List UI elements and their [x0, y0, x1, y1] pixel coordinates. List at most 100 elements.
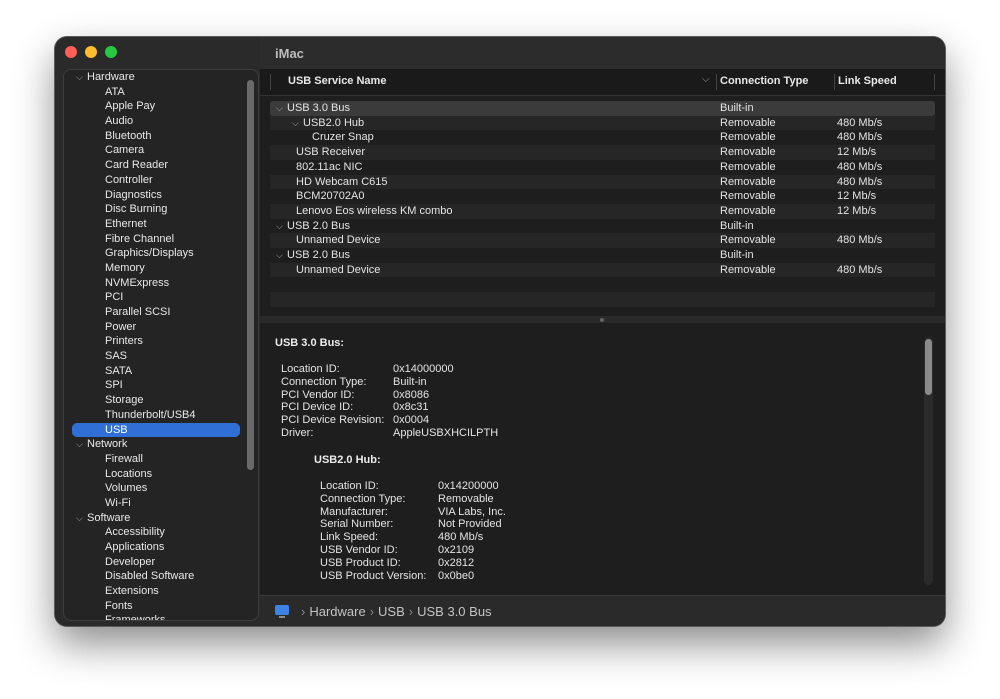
disclosure-chevron-icon[interactable]: ⌵ [76, 70, 87, 85]
sidebar-item-ethernet[interactable]: Ethernet [64, 217, 244, 232]
sidebar-item-pci[interactable]: PCI [64, 290, 244, 305]
table-row[interactable]: Lenovo Eos wireless KM combo Removable 12 … [270, 203, 935, 219]
sidebar-item-applications[interactable]: Applications [64, 540, 244, 555]
disclosure-chevron-icon[interactable]: ⌵ [292, 116, 299, 131]
table-row[interactable]: ⌵ USB 3.0 Bus Built-in [270, 101, 935, 116]
split-divider[interactable] [260, 316, 945, 323]
sidebar-group-network[interactable]: ⌵ Network [64, 437, 244, 452]
sidebar-item-card-reader[interactable]: Card Reader [64, 158, 244, 173]
property-label: PCI Device ID: [281, 401, 354, 414]
breadcrumb-item[interactable]: Hardware [309, 604, 365, 619]
sidebar-group-software[interactable]: ⌵ Software [64, 511, 244, 526]
sidebar-item-label: Frameworks [105, 614, 166, 621]
sidebar-item-label: Camera [105, 144, 145, 157]
sidebar-item-label: Software [87, 511, 131, 524]
bus-properties: Location ID: 0x14000000 Connection Type: Bu… [281, 363, 581, 443]
sidebar-item-audio[interactable]: Audio [64, 114, 244, 129]
breadcrumb: › Hardware › USB › USB 3.0 Bus [297, 604, 492, 619]
sidebar-item-parallel-scsi[interactable]: Parallel SCSI [64, 305, 244, 320]
sidebar-item-usb[interactable]: USB [72, 422, 240, 438]
connection-type-cell: Built-in [720, 219, 754, 232]
detail-scrollbar-thumb[interactable] [925, 339, 932, 395]
table-row[interactable]: Unnamed Device Removable 480 Mb/s [270, 262, 935, 278]
sidebar-item-printers[interactable]: Printers [64, 334, 244, 349]
sidebar-item-diagnostics[interactable]: Diagnostics [64, 188, 244, 203]
property-value: Removable [438, 492, 494, 505]
table-row[interactable]: HD Webcam C615 Removable 480 Mb/s [270, 174, 935, 190]
sidebar-item-label: Printers [105, 335, 143, 348]
system-information-window: ⌵ Hardware ATA Apple Pay Audio Bluetooth Camer… [55, 37, 945, 626]
table-row[interactable]: BCM20702A0 Removable 12 Mb/s [270, 189, 935, 204]
property-label: PCI Device Revision: [281, 414, 385, 427]
table-row[interactable]: Cruzer Snap Removable 480 Mb/s [270, 130, 935, 145]
sidebar-item-developer[interactable]: Developer [64, 555, 244, 570]
sidebar-item-memory[interactable]: Memory [64, 261, 244, 276]
sidebar-item-locations[interactable]: Locations [64, 467, 244, 482]
sidebar-item-frameworks[interactable]: Frameworks [64, 613, 244, 621]
table-row[interactable]: ⌵ USB 2.0 Bus Built-in [270, 219, 935, 234]
sidebar-item-camera[interactable]: Camera [64, 143, 244, 158]
minimize-window-button[interactable] [85, 46, 97, 58]
table-row[interactable]: ⌵ USB 2.0 Bus Built-in [270, 248, 935, 263]
sidebar-item-sata[interactable]: SATA [64, 364, 244, 379]
sidebar-item-bluetooth[interactable]: Bluetooth [64, 129, 244, 144]
column-header-connection-type[interactable]: Connection Type [720, 75, 808, 87]
breadcrumb-separator-icon: › [301, 604, 306, 619]
sidebar-item-extensions[interactable]: Extensions [64, 584, 244, 599]
property-value: 0x2109 [438, 544, 475, 556]
sidebar-item-label: Card Reader [105, 159, 168, 172]
breadcrumb-item[interactable]: USB [378, 604, 405, 619]
link-speed-cell: 12 Mb/s [837, 190, 877, 203]
sidebar-item-nvmexpress[interactable]: NVMExpress [64, 276, 244, 291]
sidebar-item-label: USB [105, 423, 128, 436]
sidebar-item-firewall[interactable]: Firewall [64, 452, 244, 467]
zoom-window-button[interactable] [105, 46, 117, 58]
sidebar-item-disc-burning[interactable]: Disc Burning [64, 202, 244, 217]
sidebar-item-label: Apple Pay [105, 100, 156, 113]
disclosure-chevron-icon[interactable]: ⌵ [76, 437, 87, 452]
sidebar-item-fibre-channel[interactable]: Fibre Channel [64, 232, 244, 247]
titlebar: iMac [260, 37, 945, 69]
sidebar-item-graphics-displays[interactable]: Graphics/Displays [64, 246, 244, 261]
sidebar-item-label: Wi-Fi [105, 496, 131, 509]
sidebar-item-disabled-software[interactable]: Disabled Software [64, 569, 244, 584]
sidebar-item-accessibility[interactable]: Accessibility [64, 525, 244, 540]
sidebar-item-volumes[interactable]: Volumes [64, 481, 244, 496]
sort-chevron-down-icon[interactable]: ⌵ [702, 74, 710, 85]
column-header-service-name[interactable]: USB Service Name [288, 75, 386, 87]
table-row[interactable]: Unnamed Device Removable 480 Mb/s [270, 233, 935, 248]
sidebar-item-apple-pay[interactable]: Apple Pay [64, 99, 244, 114]
sidebar-item-spi[interactable]: SPI [64, 378, 244, 393]
sidebar-item-ata[interactable]: ATA [64, 85, 244, 100]
property-value: 480 Mb/s [438, 531, 484, 544]
table-row[interactable]: 802.11ac NIC Removable 480 Mb/s [270, 160, 935, 175]
sidebar-scrollbar[interactable] [247, 80, 254, 470]
link-speed-cell: 480 Mb/s [837, 175, 883, 188]
table-row[interactable]: ⌵ USB2.0 Hub Removable 480 Mb/s [270, 115, 935, 131]
sidebar-item-controller[interactable]: Controller [64, 173, 244, 188]
property-label: Location ID: [281, 363, 340, 375]
sidebar-item-fonts[interactable]: Fonts [64, 599, 244, 614]
breadcrumb-item[interactable]: USB 3.0 Bus [417, 604, 491, 619]
sidebar-item-sas[interactable]: SAS [64, 349, 244, 364]
sidebar-item-label: Storage [105, 394, 144, 407]
table-row[interactable]: USB Receiver Removable 12 Mb/s [270, 145, 935, 160]
disclosure-chevron-icon[interactable]: ⌵ [276, 248, 283, 263]
close-window-button[interactable] [65, 46, 77, 58]
column-header-link-speed[interactable]: Link Speed [838, 75, 897, 87]
sidebar-item-label: Controller [105, 173, 153, 186]
disclosure-chevron-icon[interactable]: ⌵ [276, 219, 283, 234]
sidebar-item-thunderbolt-usb4[interactable]: Thunderbolt/USB4 [64, 408, 244, 423]
sidebar-item-power[interactable]: Power [64, 320, 244, 335]
divider-handle-icon[interactable] [600, 318, 604, 322]
column-separator [716, 74, 717, 90]
sidebar-item-wi-fi[interactable]: Wi-Fi [64, 496, 244, 511]
disclosure-chevron-icon[interactable]: ⌵ [76, 511, 87, 526]
detail-pane: USB 3.0 Bus: Location ID: 0x14000000 Conne… [260, 323, 945, 595]
sidebar-item-storage[interactable]: Storage [64, 393, 244, 408]
property-label: USB Product ID: [320, 556, 401, 569]
disclosure-chevron-icon[interactable]: ⌵ [276, 101, 283, 116]
property-label: Connection Type: [320, 492, 406, 505]
property-value: 0x8086 [393, 388, 430, 401]
sidebar-group-hardware[interactable]: ⌵ Hardware [64, 70, 244, 85]
